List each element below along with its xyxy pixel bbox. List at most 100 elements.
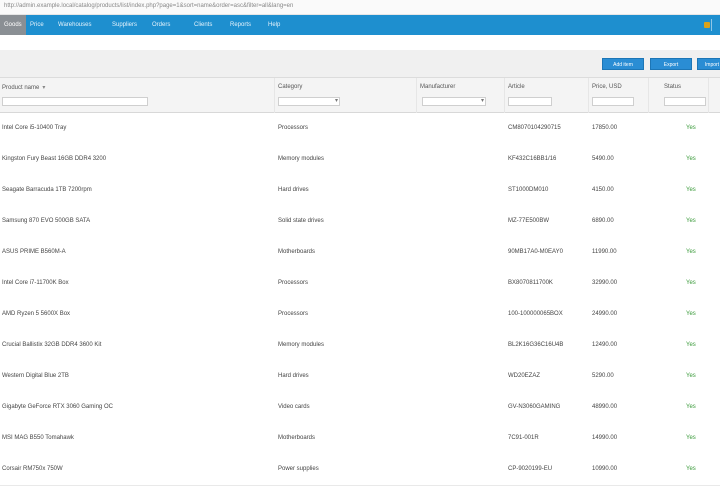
top-navigation: Goods Price Warehouses Suppliers Orders … bbox=[0, 15, 720, 35]
category-cell: Memory modules bbox=[278, 156, 325, 162]
product-name-cell[interactable]: Crucial Ballistix 32GB DDR4 3600 Kit bbox=[2, 342, 101, 348]
table-row[interactable]: Crucial Ballistix 32GB DDR4 3600 Kit Memo… bbox=[0, 330, 720, 362]
article-cell: 90MB17A0-M0EAY0 bbox=[508, 249, 563, 255]
price-cell: 5490.00 bbox=[592, 156, 614, 162]
name-filter-input[interactable] bbox=[2, 97, 148, 106]
page-spacer bbox=[0, 36, 720, 50]
table-row[interactable]: AMD Ryzen 5 5600X Box Processors 100-10000… bbox=[0, 299, 720, 331]
status-cell: Yes bbox=[686, 404, 696, 410]
price-filter-input[interactable] bbox=[592, 97, 634, 106]
product-name-cell[interactable]: Samsung 870 EVO 500GB SATA bbox=[2, 218, 90, 224]
category-cell: Processors bbox=[278, 125, 309, 131]
price-cell: 14990.00 bbox=[592, 435, 618, 441]
import-button[interactable]: Import bbox=[697, 58, 720, 70]
product-name-cell[interactable]: Gigabyte GeForce RTX 3060 Gaming OC bbox=[2, 404, 113, 410]
table-row[interactable]: MSI MAG B550 Tomahawk Motherboards 7C91-00… bbox=[0, 423, 720, 455]
table-row[interactable]: Seagate Barracuda 1TB 7200rpm Hard drives… bbox=[0, 175, 720, 207]
add-item-button[interactable]: Add item bbox=[602, 58, 644, 70]
manufacturer-filter-select[interactable] bbox=[422, 97, 486, 106]
status-cell: Yes bbox=[686, 435, 696, 441]
product-name-cell[interactable]: Western Digital Blue 2TB bbox=[2, 373, 69, 379]
status-filter-input[interactable] bbox=[664, 97, 706, 106]
column-header-manufacturer[interactable]: Manufacturer bbox=[420, 84, 455, 90]
product-name-cell[interactable]: Seagate Barracuda 1TB 7200rpm bbox=[2, 187, 92, 193]
article-cell: 7C91-001R bbox=[508, 435, 539, 441]
table-row[interactable]: Intel Core i5-10400 Tray Processors CM8070… bbox=[0, 113, 720, 145]
language-flag-icon[interactable] bbox=[704, 22, 710, 28]
article-cell: BL2K16G36C16U4B bbox=[508, 342, 564, 348]
status-cell: Yes bbox=[686, 249, 696, 255]
product-name-cell[interactable]: Kingston Fury Beast 16GB DDR4 3200 bbox=[2, 156, 106, 162]
category-cell: Processors bbox=[278, 280, 309, 286]
price-cell: 24990.00 bbox=[592, 311, 618, 317]
table-row[interactable]: Samsung 870 EVO 500GB SATA Solid state dr… bbox=[0, 206, 720, 238]
price-cell: 5290.00 bbox=[592, 373, 614, 379]
nav-item-price[interactable]: Price bbox=[30, 15, 44, 35]
table-header: Product name ▾ Category Manufacturer Arti… bbox=[0, 78, 720, 113]
status-cell: Yes bbox=[686, 187, 696, 193]
category-cell: Video cards bbox=[278, 404, 310, 410]
nav-item-warehouses[interactable]: Warehouses bbox=[58, 15, 91, 35]
nav-item-help[interactable]: Help bbox=[268, 15, 280, 35]
nav-item-suppliers[interactable]: Suppliers bbox=[112, 15, 137, 35]
article-cell: WD20EZAZ bbox=[508, 373, 541, 379]
url-text: http://admin.example.local/catalog/produ… bbox=[4, 3, 294, 9]
table-row[interactable]: Gigabyte GeForce RTX 3060 Gaming OC Video… bbox=[0, 392, 720, 424]
nav-item-goods[interactable]: Goods bbox=[0, 15, 26, 35]
article-filter-input[interactable] bbox=[508, 97, 552, 106]
category-cell: Processors bbox=[278, 311, 309, 317]
nav-item-orders[interactable]: Orders bbox=[152, 15, 170, 35]
status-cell: Yes bbox=[686, 280, 696, 286]
status-cell: Yes bbox=[686, 218, 696, 224]
toolbar: Add item Export Import bbox=[0, 50, 720, 78]
article-cell: BX8070811700K bbox=[508, 280, 553, 286]
sort-arrow-icon[interactable]: ▾ bbox=[42, 85, 45, 91]
status-cell: Yes bbox=[686, 125, 696, 131]
nav-item-clients[interactable]: Clients bbox=[194, 15, 212, 35]
table-row[interactable]: ASUS PRIME B560M-A Motherboards 90MB17A0-M… bbox=[0, 237, 720, 269]
table-row[interactable]: Intel Core i7-11700K Box Processors BX8070… bbox=[0, 268, 720, 300]
product-name-cell[interactable]: MSI MAG B550 Tomahawk bbox=[2, 435, 74, 441]
product-name-cell[interactable]: Intel Core i5-10400 Tray bbox=[2, 125, 66, 131]
status-cell: Yes bbox=[686, 311, 696, 317]
column-header-status[interactable]: Status bbox=[664, 84, 681, 90]
nav-item-reports[interactable]: Reports bbox=[230, 15, 251, 35]
status-cell: Yes bbox=[686, 156, 696, 162]
column-header-name[interactable]: Product name ▾ bbox=[2, 84, 45, 91]
table-row[interactable]: Kingston Fury Beast 16GB DDR4 3200 Memory… bbox=[0, 144, 720, 176]
price-cell: 11990.00 bbox=[592, 249, 617, 255]
price-cell: 6890.00 bbox=[592, 218, 614, 224]
article-cell: ST1000DM010 bbox=[508, 187, 549, 193]
product-name-cell[interactable]: AMD Ryzen 5 5600X Box bbox=[2, 311, 70, 317]
product-name-cell[interactable]: ASUS PRIME B560M-A bbox=[2, 249, 66, 255]
price-cell: 12490.00 bbox=[592, 342, 618, 348]
column-header-category[interactable]: Category bbox=[278, 84, 302, 90]
table-row[interactable]: Corsair RM750x 750W Power supplies CP-9020… bbox=[0, 454, 720, 486]
price-cell: 48990.00 bbox=[592, 404, 618, 410]
export-button[interactable]: Export bbox=[650, 58, 692, 70]
category-cell: Hard drives bbox=[278, 187, 309, 193]
status-cell: Yes bbox=[686, 466, 696, 472]
menu-separator bbox=[711, 19, 720, 31]
category-filter-select[interactable] bbox=[278, 97, 340, 106]
column-header-price[interactable]: Price, USD bbox=[592, 84, 622, 90]
table-row[interactable]: Western Digital Blue 2TB Hard drives WD20E… bbox=[0, 361, 720, 393]
price-cell: 17850.00 bbox=[592, 125, 618, 131]
article-cell: MZ-77E500BW bbox=[508, 218, 550, 224]
article-cell: 100-100000065BOX bbox=[508, 311, 563, 317]
category-cell: Power supplies bbox=[278, 466, 319, 472]
category-cell: Motherboards bbox=[278, 435, 316, 441]
category-cell: Motherboards bbox=[278, 249, 316, 255]
price-cell: 10990.00 bbox=[592, 466, 618, 472]
product-name-cell[interactable]: Corsair RM750x 750W bbox=[2, 466, 63, 472]
browser-address-bar[interactable]: http://admin.example.local/catalog/produ… bbox=[0, 0, 720, 15]
price-cell: 32990.00 bbox=[592, 280, 618, 286]
status-cell: Yes bbox=[686, 342, 696, 348]
article-cell: GV-N3060GAMING bbox=[508, 404, 561, 410]
article-cell: CP-9020199-EU bbox=[508, 466, 553, 472]
product-name-cell[interactable]: Intel Core i7-11700K Box bbox=[2, 280, 69, 286]
category-cell: Solid state drives bbox=[278, 218, 324, 224]
price-cell: 4150.00 bbox=[592, 187, 614, 193]
article-cell: KF432C16BB1/16 bbox=[508, 156, 557, 162]
column-header-article[interactable]: Article bbox=[508, 84, 525, 90]
